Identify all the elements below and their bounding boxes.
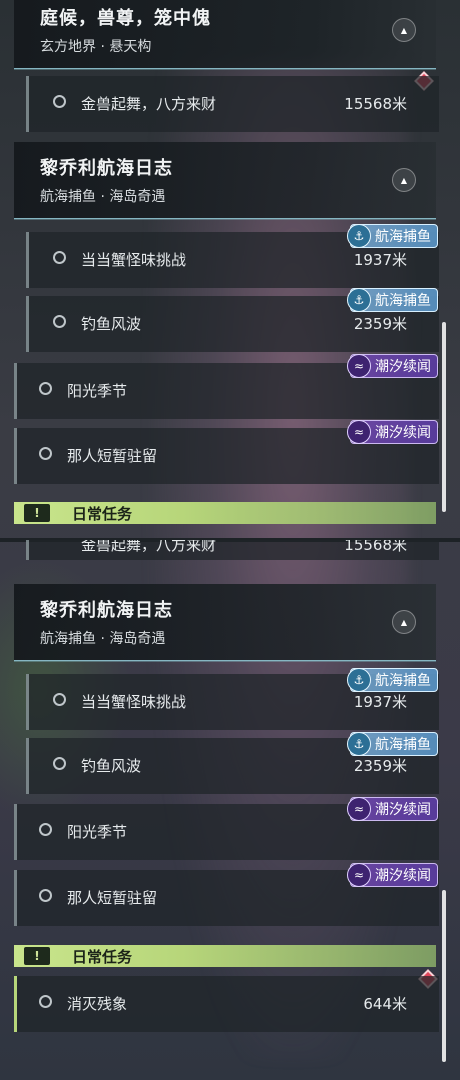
quest-status-icon [53,95,66,108]
quest-panel-bottom: 金兽起舞，八方来财 15568米 黎乔利航海日志 航海捕鱼 · 海岛奇遇 ▲ 当… [0,540,460,1080]
quest-name: 当当蟹怪味挑战 [81,693,187,711]
group-title: 庭候，兽尊，笼中傀 [40,8,211,29]
quest-name: 那人短暂驻留 [67,889,158,907]
quest-name: 金兽起舞，八方来财 [81,540,217,554]
quest-type-tag: ⚓ 航海捕鱼 [347,224,438,248]
group-subtitle: 玄方地界 · 悬天构 [40,39,152,55]
daily-label: 日常任务 [72,505,133,523]
chevron-up-icon[interactable]: ▲ [392,610,416,634]
quest-name: 钓鱼风波 [81,315,142,333]
quest-name: 那人短暂驻留 [67,447,158,465]
scrollbar[interactable] [442,322,446,512]
tag-label: 航海捕鱼 [375,229,431,245]
quest-distance: 644米 [363,995,407,1013]
quest-status-icon [39,447,52,460]
quest-type-tag: ≈ 潮汐续闻 [347,420,438,444]
quest-group-header[interactable]: 庭候，兽尊，笼中傀 玄方地界 · 悬天构 ▲ [14,0,436,69]
wave-icon: ≈ [347,863,371,887]
quest-name: 阳光季节 [67,823,128,841]
daily-quest-header[interactable]: ! 日常任务 [14,945,436,967]
tag-label: 航海捕鱼 [375,737,431,753]
alert-icon: ! [24,504,50,522]
quest-name: 金兽起舞，八方来财 [81,95,217,113]
tag-label: 航海捕鱼 [375,293,431,309]
quest-status-icon [53,315,66,328]
quest-item[interactable]: 金兽起舞，八方来财 15568米 [26,76,439,132]
quest-distance: 2359米 [353,757,407,775]
group-title: 黎乔利航海日志 [40,158,173,179]
quest-status-icon [53,757,66,770]
quest-item[interactable]: 消灭残象 644米 [14,976,439,1032]
anchor-icon: ⚓ [347,732,371,756]
quest-type-tag: ⚓ 航海捕鱼 [347,668,438,692]
wave-icon: ≈ [347,420,371,444]
quest-type-tag: ≈ 潮汐续闻 [347,797,438,821]
quest-distance: 15568米 [344,95,407,113]
daily-quest-header[interactable]: ! 日常任务 [14,502,436,524]
quest-name: 当当蟹怪味挑战 [81,251,187,269]
alert-icon: ! [24,947,50,965]
quest-status-icon [39,889,52,902]
group-title: 黎乔利航海日志 [40,600,173,621]
tag-label: 潮汐续闻 [375,359,431,375]
anchor-icon: ⚓ [347,288,371,312]
tag-label: 潮汐续闻 [375,868,431,884]
anchor-icon: ⚓ [347,224,371,248]
quest-name: 消灭残象 [67,995,128,1013]
quest-distance: 15568米 [344,540,407,554]
quest-type-tag: ⚓ 航海捕鱼 [347,732,438,756]
quest-name: 钓鱼风波 [81,757,142,775]
wave-icon: ≈ [347,797,371,821]
quest-distance: 1937米 [353,251,407,269]
quest-group-header[interactable]: 黎乔利航海日志 航海捕鱼 · 海岛奇遇 ▲ [14,584,436,661]
group-subtitle: 航海捕鱼 · 海岛奇遇 [40,631,166,647]
quest-panel-top: 庭候，兽尊，笼中傀 玄方地界 · 悬天构 ▲ 金兽起舞，八方来财 15568米 … [0,0,460,540]
wave-icon: ≈ [347,354,371,378]
chevron-up-icon[interactable]: ▲ [392,18,416,42]
daily-label: 日常任务 [72,948,133,966]
tag-label: 潮汐续闻 [375,802,431,818]
quest-type-tag: ≈ 潮汐续闻 [347,354,438,378]
scrollbar[interactable] [442,890,446,1062]
quest-status-icon [53,693,66,706]
anchor-icon: ⚓ [347,668,371,692]
quest-status-icon [39,995,52,1008]
quest-distance: 2359米 [353,315,407,333]
quest-distance: 1937米 [353,693,407,711]
quest-group-header[interactable]: 黎乔利航海日志 航海捕鱼 · 海岛奇遇 ▲ [14,142,436,219]
tag-label: 潮汐续闻 [375,425,431,441]
quest-name: 阳光季节 [67,382,128,400]
quest-item[interactable]: 金兽起舞，八方来财 15568米 [26,540,439,560]
quest-status-icon [53,251,66,264]
quest-type-tag: ≈ 潮汐续闻 [347,863,438,887]
group-subtitle: 航海捕鱼 · 海岛奇遇 [40,189,166,205]
quest-status-icon [39,382,52,395]
chevron-up-icon[interactable]: ▲ [392,168,416,192]
tag-label: 航海捕鱼 [375,673,431,689]
quest-status-icon [39,823,52,836]
quest-type-tag: ⚓ 航海捕鱼 [347,288,438,312]
